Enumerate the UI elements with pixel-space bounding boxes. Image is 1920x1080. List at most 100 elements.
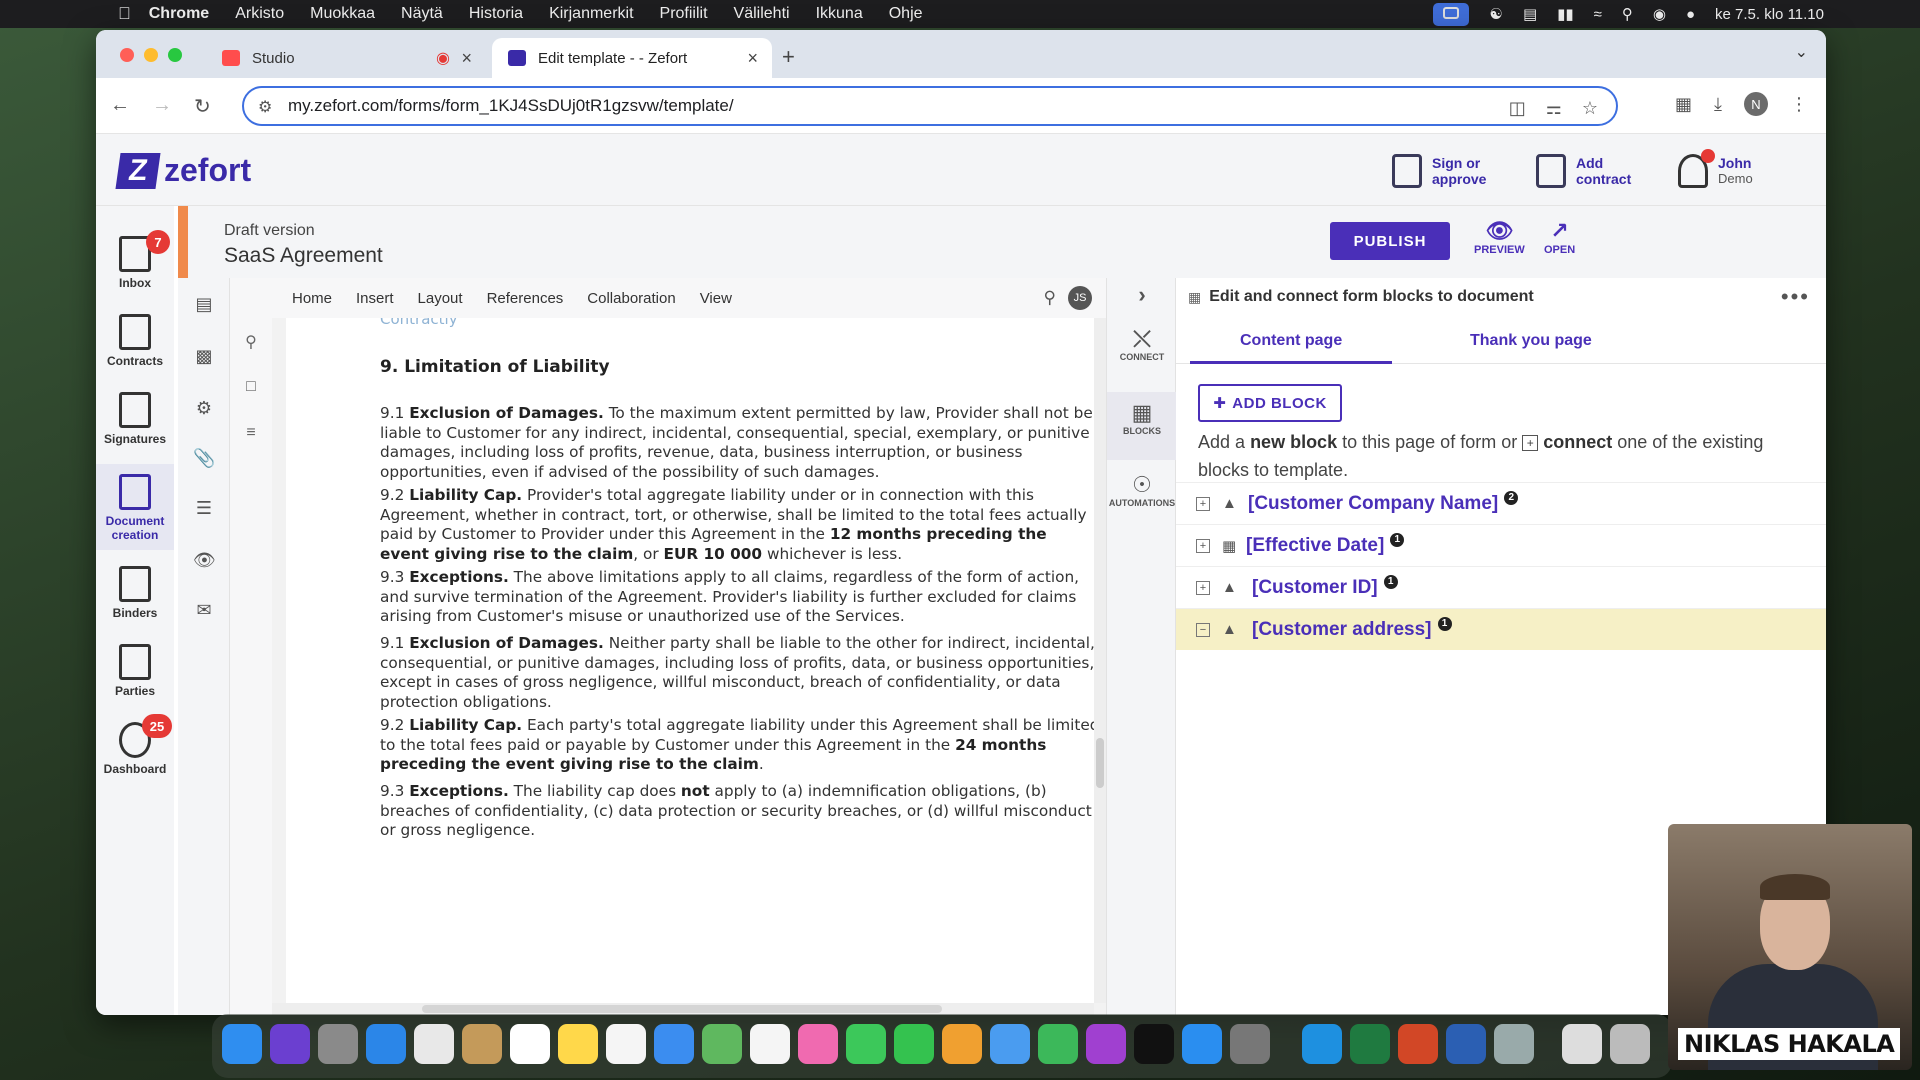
tab-edit-template[interactable]: Edit template - - Zefort × [492, 38, 772, 78]
block-row[interactable]: + ▲ [Customer Company Name] 2 [1176, 482, 1826, 524]
tab-insert[interactable]: Insert [356, 290, 394, 307]
tab-layout[interactable]: Layout [418, 290, 463, 307]
contacts-icon[interactable] [462, 1024, 502, 1064]
menu-bookmarks[interactable]: Kirjanmerkit [549, 5, 633, 23]
profile-avatar[interactable]: N [1744, 92, 1768, 116]
new-tab-button[interactable]: + [782, 44, 795, 70]
notes-icon[interactable] [558, 1024, 598, 1064]
wifi-icon[interactable]: ≈ [1594, 6, 1602, 23]
sidebar-item-binders[interactable]: Binders [96, 566, 174, 636]
photos-icon[interactable] [798, 1024, 838, 1064]
settings-icon[interactable]: ⚙ [193, 398, 215, 420]
document-icon[interactable]: ▤ [193, 294, 215, 316]
sidebar-item-signatures[interactable]: Signatures [96, 392, 174, 462]
expand-icon[interactable]: + [1196, 496, 1210, 511]
template-icon[interactable]: ▩ [193, 346, 215, 368]
screen-sharing-icon[interactable] [1494, 1024, 1534, 1064]
attachment-icon[interactable]: 📎 [193, 448, 215, 470]
tab-view[interactable]: View [700, 290, 732, 307]
expand-icon[interactable]: + [1196, 538, 1210, 553]
translate-icon[interactable]: ⚎ [1546, 98, 1562, 119]
calendar-icon[interactable] [510, 1024, 550, 1064]
tab-references[interactable]: References [487, 290, 564, 307]
spotlight-icon[interactable]: ⚲ [1622, 5, 1633, 23]
template-title[interactable]: SaaS Agreement [224, 244, 383, 268]
blocks-button[interactable]: ▦ BLOCKS [1107, 392, 1177, 460]
vertical-scrollbar[interactable] [1094, 318, 1106, 1003]
list-icon[interactable]: ☰ [193, 498, 215, 520]
close-tab-icon[interactable]: × [747, 48, 758, 69]
block-name[interactable]: [Effective Date] 1 [1246, 532, 1405, 557]
menu-profiles[interactable]: Profiilit [660, 5, 708, 23]
document-page[interactable]: Contractly 9. Limitation of Liability 9.… [286, 318, 1098, 1003]
zoom-window-button[interactable] [168, 48, 182, 62]
scroll-thumb[interactable] [422, 1005, 942, 1013]
publish-button[interactable]: PUBLISH [1330, 222, 1450, 260]
user-menu[interactable]: John Demo [1678, 149, 1753, 188]
menu-tab[interactable]: Välilehti [734, 5, 790, 23]
minimize-window-button[interactable] [144, 48, 158, 62]
podcasts-icon[interactable] [1086, 1024, 1126, 1064]
tab-content-page[interactable]: Content page [1189, 332, 1393, 364]
sidebar-item-contracts[interactable]: Contracts [96, 314, 174, 384]
facetime-icon[interactable] [894, 1024, 934, 1064]
download-icon[interactable]: ⤓ [1714, 94, 1722, 115]
menu-help[interactable]: Ohje [889, 5, 923, 23]
block-row[interactable]: + ▦ [Effective Date] 1 [1176, 524, 1826, 566]
menu-history[interactable]: Historia [469, 5, 523, 23]
block-row[interactable]: + ▲ [Customer ID] 1 [1176, 566, 1826, 608]
block-row-selected[interactable]: − ▲ [Customer address] 1 [1176, 608, 1826, 650]
add-block-button[interactable]: ✚ ADD BLOCK [1198, 384, 1342, 422]
reminders-icon[interactable] [750, 1024, 790, 1064]
connect-button[interactable]: ⤬ CONNECT [1107, 322, 1177, 388]
system-settings-icon[interactable] [1230, 1024, 1270, 1064]
sidebar-item-inbox[interactable]: 7 Inbox [96, 230, 174, 306]
tab-thank-you-page[interactable]: Thank you page [1470, 332, 1592, 350]
accessibility-icon[interactable]: ☯ [1489, 5, 1502, 23]
automations-button[interactable]: ☉ AUTOMATIONS [1107, 464, 1177, 534]
finder-icon[interactable] [222, 1024, 262, 1064]
control-center-icon[interactable]: ◉ [1653, 5, 1666, 23]
apple-tv-icon[interactable] [1134, 1024, 1174, 1064]
tab-search-chevron-icon[interactable]: ⌄ [1795, 42, 1808, 62]
messages-icon[interactable] [846, 1024, 886, 1064]
powerpoint-icon[interactable] [1398, 1024, 1438, 1064]
eye-icon[interactable]: 👁 [193, 550, 216, 572]
scroll-thumb[interactable] [1096, 738, 1104, 788]
expand-icon[interactable]: + [1196, 580, 1210, 595]
menu-extra-icon[interactable]: ▤ [1523, 5, 1537, 23]
skype-icon[interactable] [1302, 1024, 1342, 1064]
search-icon[interactable]: ⚲ [1044, 288, 1056, 308]
sign-or-approve-button[interactable]: Sign or approve [1392, 154, 1496, 188]
maps-icon[interactable] [702, 1024, 742, 1064]
install-app-icon[interactable]: ◫ [1509, 98, 1526, 119]
freeform-icon[interactable] [606, 1024, 646, 1064]
apple-icon[interactable]:  [118, 4, 131, 24]
document-stack-icon[interactable] [1562, 1024, 1602, 1064]
menu-file[interactable]: Arkisto [235, 5, 284, 23]
siri-icon[interactable]: ● [1686, 6, 1695, 23]
siri-icon[interactable] [270, 1024, 310, 1064]
reload-icon[interactable]: ↻ [194, 94, 211, 119]
back-icon[interactable]: ← [110, 94, 130, 117]
add-contract-button[interactable]: Add contract [1536, 154, 1640, 188]
excel-icon[interactable] [1350, 1024, 1390, 1064]
collaborator-avatar[interactable]: JS [1068, 286, 1092, 310]
tab-collaboration[interactable]: Collaboration [587, 290, 675, 307]
preview-button[interactable]: 👁 PREVIEW [1474, 218, 1525, 256]
mail-icon[interactable]: ✉ [193, 600, 215, 622]
menu-edit[interactable]: Muokkaa [310, 5, 375, 23]
sidebar-item-document-creation[interactable]: Document creation [96, 464, 174, 550]
zefort-logo[interactable]: Z zefort [115, 152, 251, 189]
block-name[interactable]: [Customer ID] 1 [1252, 574, 1398, 599]
open-button[interactable]: ↗ OPEN [1544, 218, 1575, 256]
menu-clock[interactable]: ke 7.5. klo 11.10 [1715, 6, 1824, 23]
forward-icon[interactable]: → [152, 94, 172, 117]
safari-icon[interactable] [366, 1024, 406, 1064]
launchpad-icon[interactable] [318, 1024, 358, 1064]
sidebar-item-dashboard[interactable]: 25 Dashboard [96, 714, 174, 792]
block-name[interactable]: [Customer address] 1 [1252, 616, 1452, 641]
collapse-panel-button[interactable]: › [1107, 282, 1177, 318]
extensions-icon[interactable]: ▦ [1675, 94, 1692, 115]
close-tab-icon[interactable]: × [461, 48, 472, 69]
